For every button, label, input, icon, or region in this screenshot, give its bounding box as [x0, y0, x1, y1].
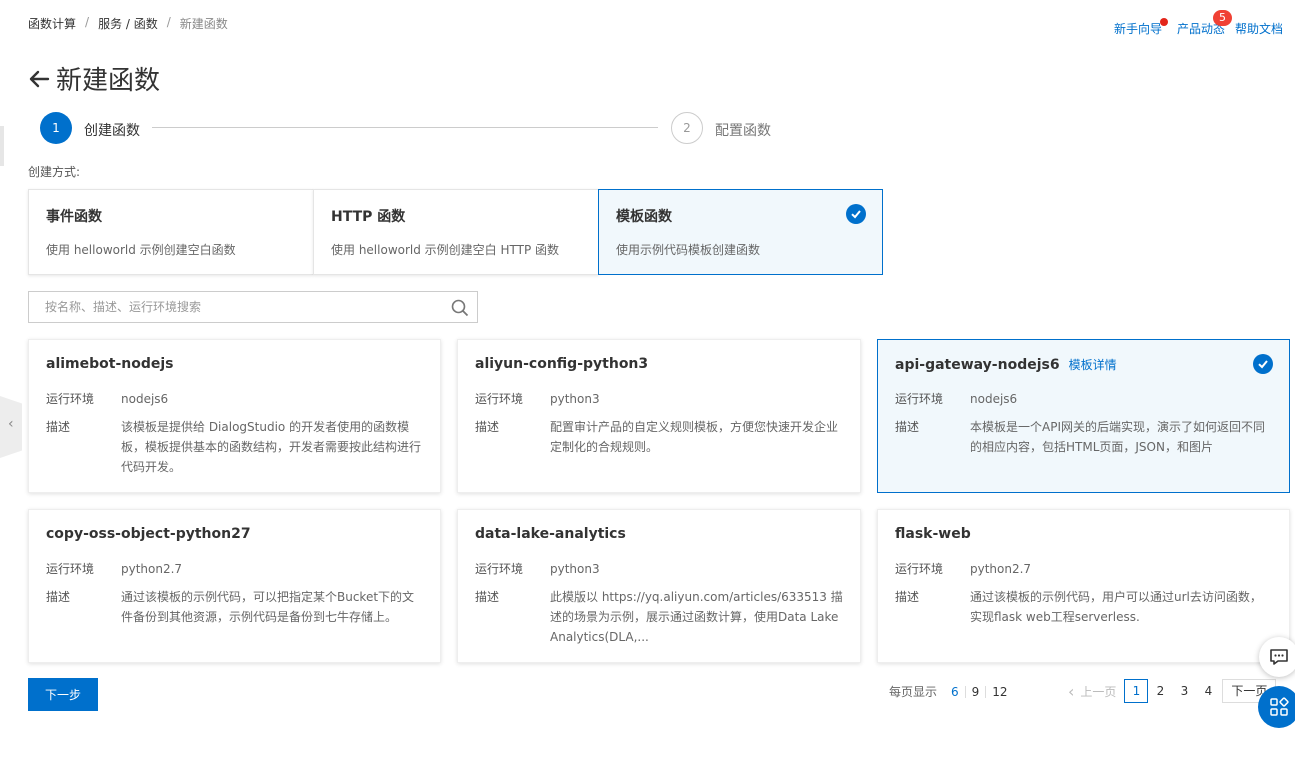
- creation-method-label: 创建方式:: [28, 165, 81, 179]
- runtime-label: 运行环境: [46, 392, 95, 406]
- page-2-button[interactable]: 2: [1148, 679, 1172, 703]
- desc-value: 该模板是提供给 DialogStudio 的开发者使用的函数模板，模板提供基本的…: [121, 420, 422, 474]
- method-desc: 使用 helloworld 示例创建空白函数: [46, 243, 236, 257]
- breadcrumb-separator: /: [166, 15, 171, 29]
- step-1-indicator: 1: [40, 112, 72, 144]
- page-size-option-6[interactable]: 6: [945, 686, 965, 698]
- back-arrow-icon[interactable]: [28, 68, 50, 90]
- chevron-left-icon: ‹: [1068, 681, 1075, 701]
- method-card-event[interactable]: 事件函数 使用 helloworld 示例创建空白函数: [28, 189, 313, 275]
- breadcrumb: 函数计算 / 服务 / 函数 / 新建函数: [28, 15, 228, 32]
- page-size-selector: 每页显示 6 9 12: [889, 683, 1014, 700]
- desc-label: 描述: [895, 420, 920, 434]
- prev-page-button[interactable]: ‹ 上一页: [1068, 682, 1116, 701]
- step-1-label: 创建函数: [84, 123, 140, 139]
- desc-label: 描述: [895, 590, 920, 604]
- template-name: alimebot-nodejs: [46, 356, 174, 372]
- template-card-flask-web[interactable]: flask-web 运行环境 python2.7 描述 通过该模板的示例代码，用户可…: [877, 509, 1290, 663]
- product-news-link[interactable]: 产品动态 5: [1177, 10, 1233, 37]
- template-name: aliyun-config-python3: [475, 356, 649, 372]
- breadcrumb-item-current: 新建函数: [179, 17, 228, 31]
- desc-label: 描述: [475, 590, 500, 604]
- template-card-aliyun-config-python3[interactable]: aliyun-config-python3 运行环境 python3 描述 配置审计…: [457, 339, 861, 493]
- template-card-copy-oss-object-python27[interactable]: copy-oss-object-python27 运行环境 python2.7 描…: [28, 509, 441, 663]
- next-step-button[interactable]: 下一步: [28, 678, 98, 711]
- method-title: 模板函数: [616, 209, 672, 225]
- desc-label: 描述: [475, 420, 500, 434]
- method-card-template[interactable]: 模板函数 使用示例代码模板创建函数: [598, 189, 883, 275]
- template-search-input[interactable]: [29, 292, 429, 322]
- runtime-value: python2.7: [970, 562, 1032, 576]
- feedback-chat-button[interactable]: [1259, 637, 1295, 677]
- breadcrumb-item-service[interactable]: 服务 / 函数: [98, 15, 158, 32]
- template-name: copy-oss-object-python27: [46, 526, 251, 542]
- chat-icon: [1270, 649, 1288, 665]
- runtime-value: nodejs6: [121, 392, 169, 406]
- page-4-button[interactable]: 4: [1196, 679, 1220, 703]
- template-name: flask-web: [895, 526, 971, 542]
- template-detail-link[interactable]: 模板详情: [1069, 358, 1117, 372]
- breadcrumb-item-fc[interactable]: 函数计算: [28, 15, 76, 32]
- method-title: 事件函数: [46, 209, 102, 225]
- notification-dot: [1160, 18, 1169, 26]
- template-search-box: [28, 291, 478, 323]
- template-card-api-gateway-nodejs6[interactable]: api-gateway-nodejs6 模板详情 运行环境 nodejs6 描述 本模…: [877, 339, 1290, 493]
- method-desc: 使用 helloworld 示例创建空白 HTTP 函数: [331, 243, 560, 257]
- method-desc: 使用示例代码模板创建函数: [616, 243, 761, 257]
- desc-value: 本模板是一个API网关的后端实现，演示了如何返回不同的相应内容，包括HTML页面…: [970, 420, 1265, 454]
- runtime-label: 运行环境: [475, 562, 524, 576]
- desc-label: 描述: [46, 590, 71, 604]
- method-title: HTTP 函数: [331, 209, 406, 225]
- runtime-value: nodejs6: [970, 392, 1018, 406]
- template-card-data-lake-analytics[interactable]: data-lake-analytics 运行环境 python3 描述 此模版以 h…: [457, 509, 861, 663]
- help-docs-link[interactable]: 帮助文档: [1235, 20, 1283, 37]
- page-title: 新建函数: [56, 66, 161, 96]
- selected-check-icon: [1253, 354, 1273, 374]
- runtime-value: python2.7: [121, 562, 183, 576]
- desc-value: 配置审计产品的自定义规则模板，方便您快速开发企业定制化的合规规则。: [550, 420, 839, 454]
- desc-label: 描述: [46, 420, 71, 434]
- template-card-alimebot-nodejs[interactable]: alimebot-nodejs 运行环境 nodejs6 描述 该模板是提供给 Di…: [28, 339, 441, 493]
- chevron-left-icon: ‹: [8, 416, 14, 432]
- page-3-button[interactable]: 3: [1172, 679, 1196, 703]
- selected-check-icon: [846, 204, 866, 224]
- template-name: api-gateway-nodejs6: [895, 357, 1060, 373]
- runtime-value: python3: [550, 562, 600, 576]
- step-2-label: 配置函数: [715, 123, 771, 139]
- header-links: 新手向导 产品动态 5 帮助文档: [1114, 10, 1283, 37]
- search-icon[interactable]: [451, 299, 469, 317]
- step-connector: [152, 127, 658, 128]
- step-2-indicator: 2: [671, 112, 703, 144]
- runtime-label: 运行环境: [475, 392, 524, 406]
- desc-value: 通过该模板的示例代码，用户可以通过url去访问函数，实现flask web工程s…: [970, 590, 1262, 624]
- quick-apps-button[interactable]: [1258, 686, 1295, 728]
- runtime-label: 运行环境: [895, 392, 944, 406]
- method-card-http[interactable]: HTTP 函数 使用 helloworld 示例创建空白 HTTP 函数: [313, 189, 599, 275]
- page-size-label: 每页显示: [889, 685, 938, 699]
- side-collapse-handle[interactable]: ‹: [0, 396, 22, 458]
- desc-value: 通过该模板的示例代码，可以把指定某个Bucket下的文件备份到其他资源，示例代码…: [121, 590, 415, 624]
- page-size-option-9[interactable]: 9: [964, 685, 986, 698]
- desc-value: 此模版以 https://yq.aliyun.com/articles/6335…: [550, 590, 843, 644]
- prev-page-label: 上一页: [1080, 684, 1117, 699]
- guide-link-label: 新手向导: [1114, 22, 1163, 36]
- pagination: ‹ 上一页 1 2 3 4 下一页: [1068, 679, 1277, 703]
- page-1-button[interactable]: 1: [1124, 679, 1149, 703]
- template-name: data-lake-analytics: [475, 526, 626, 542]
- runtime-label: 运行环境: [895, 562, 944, 576]
- page-header: 新建函数: [28, 60, 160, 97]
- runtime-value: python3: [550, 392, 600, 406]
- side-strip: [0, 126, 4, 166]
- runtime-label: 运行环境: [46, 562, 95, 576]
- news-count-badge: 5: [1213, 10, 1233, 26]
- guide-link[interactable]: 新手向导: [1114, 18, 1169, 37]
- breadcrumb-separator: /: [85, 15, 90, 29]
- apps-grid-icon: [1270, 697, 1289, 716]
- page-size-option-12[interactable]: 12: [985, 685, 1013, 698]
